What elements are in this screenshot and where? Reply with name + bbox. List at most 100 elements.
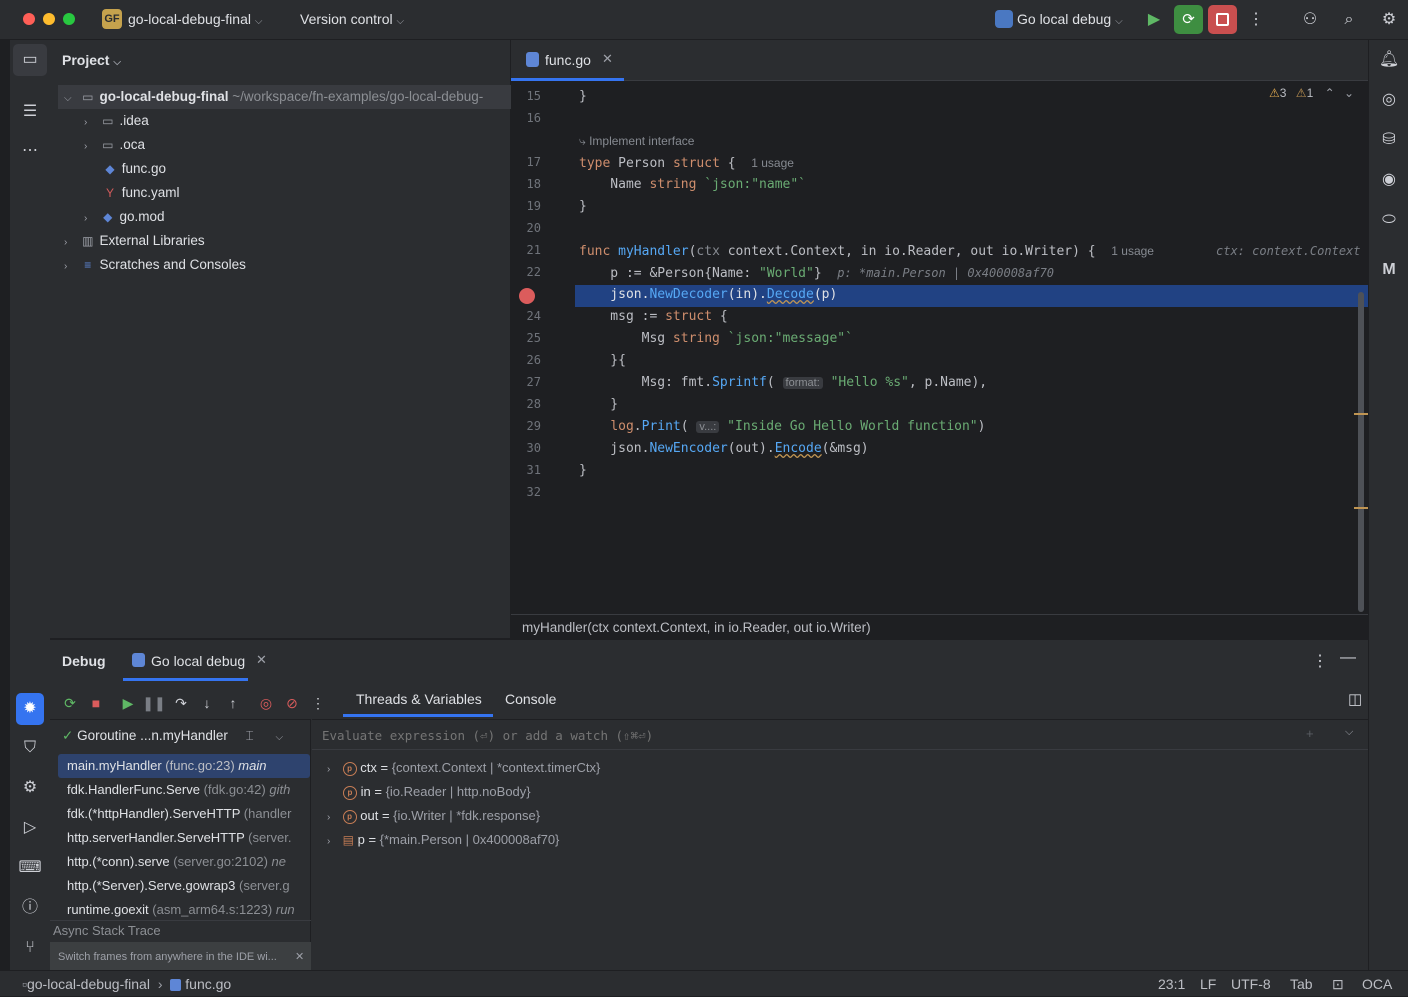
tab-threads-variables[interactable]: Threads & Variables [343, 683, 493, 717]
frame-row[interactable]: fdk.HandlerFunc.Serve (fdk.go:42) gith [50, 778, 311, 802]
m-logo-icon[interactable]: M [1369, 254, 1408, 286]
tree-root[interactable]: ⌵ ▭ go-local-debug-final ~/workspace/fn-… [64, 85, 511, 109]
minimize-window-button[interactable] [43, 13, 55, 25]
zoom-window-button[interactable] [63, 13, 75, 25]
rerun-icon[interactable]: ⟳ [57, 690, 83, 716]
resume-icon[interactable]: ▶ [115, 690, 141, 716]
mute-breakpoints-icon[interactable]: ⊘ [279, 690, 305, 716]
terminal-icon[interactable]: ⌨ [10, 852, 50, 884]
frame-row[interactable]: http.(*Server).Serve.gowrap3 (server.g [50, 874, 311, 898]
frame-row[interactable]: http.serverHandler.ServeHTTP (server. [50, 826, 311, 850]
frame-row[interactable]: runtime.goexit (asm_arm64.s:1223) run [50, 898, 311, 922]
problems-icon[interactable]: ⓘ [10, 892, 50, 924]
lock-icon[interactable]: ⊡ [1332, 971, 1344, 997]
debug-rerun-button[interactable]: ⟳ [1174, 5, 1203, 34]
caret-position[interactable]: 23:1 [1158, 971, 1185, 997]
structure-icon[interactable]: ☰ [10, 96, 50, 128]
tab-console[interactable]: Console [505, 691, 556, 707]
chevron-right-icon: › [84, 141, 88, 152]
more-actions-icon[interactable]: ⋮ [1244, 8, 1268, 32]
more-tools-icon[interactable]: ⋯ [10, 135, 50, 167]
folder-icon[interactable]: ▭ [13, 44, 47, 76]
editor-breadcrumb[interactable]: myHandler(ctx context.Context, in io.Rea… [511, 614, 1368, 639]
tree-item-oca[interactable]: › ▭ .oca [84, 133, 145, 157]
pause-icon[interactable]: ❚❚ [141, 690, 167, 716]
breakpoint-icon[interactable] [519, 288, 535, 304]
usage-hint[interactable]: 1 usage [1111, 244, 1154, 258]
status-breadcrumb[interactable]: ▫go-local-debug-final › func.go [22, 971, 231, 997]
add-watch-icon[interactable]: + [1306, 726, 1314, 741]
database-icon[interactable]: ⛁ [1369, 124, 1408, 156]
run-icon[interactable]: ▷ [10, 812, 50, 844]
step-into-icon[interactable]: ↓ [194, 690, 220, 716]
frame-row[interactable]: http.(*conn).serve (server.go:2102) ne [50, 850, 311, 874]
frame-row-selected[interactable]: main.myHandler (func.go:23) main [58, 754, 310, 778]
stop-button[interactable] [1208, 5, 1237, 34]
variable-row-out[interactable]: › p out = {io.Writer | *fdk.response} [327, 804, 600, 828]
run-config-selector[interactable]: Go local debug ⌵ [1017, 11, 1123, 27]
git-branch-icon[interactable]: ⑂ [10, 932, 50, 964]
frame-row[interactable]: fdk.(*httpHandler).ServeHTTP (handler [50, 802, 311, 826]
step-over-icon[interactable]: ↷ [168, 690, 194, 716]
tree-item-scratches[interactable]: › ≡ Scratches and Consoles [64, 253, 246, 277]
variable-row-ctx[interactable]: › p ctx = {context.Context | *context.ti… [327, 756, 600, 780]
close-window-button[interactable] [23, 13, 35, 25]
breadcrumb-label: myHandler(ctx context.Context, in io.Rea… [522, 620, 871, 635]
code-editor[interactable]: func.go ✕ ⚠3 ⚠1 ⌃ ⌄ 15 16 17 18 19 20 21… [511, 40, 1368, 638]
more-debug-actions-icon[interactable]: ⋮ [305, 690, 331, 716]
variable-row-in[interactable]: p in = {io.Reader | http.noBody} [327, 780, 600, 804]
warning-marker[interactable] [1354, 413, 1368, 415]
line-separator[interactable]: LF [1200, 971, 1216, 997]
goroutine-selector[interactable]: ✓ Goroutine ...n.myHandler ⌶ ⌵ [62, 724, 302, 748]
stop-icon[interactable]: ■ [83, 690, 109, 716]
tree-item-func-go[interactable]: ◆ func.go [102, 157, 166, 181]
bell-icon[interactable]: 🔔︎ [1369, 44, 1408, 76]
close-tab-icon[interactable]: ✕ [256, 652, 267, 668]
line-number: 29 [526, 419, 541, 433]
async-label: Async Stack Trace [53, 923, 161, 938]
pill-icon[interactable]: ⬭ [1369, 204, 1408, 236]
tab-label: Threads & Variables [356, 691, 482, 707]
close-tab-icon[interactable]: ✕ [602, 51, 613, 67]
tree-item-func-yaml[interactable]: Y func.yaml [102, 181, 180, 205]
services-icon[interactable]: ⚙ [10, 772, 50, 804]
add-user-icon[interactable]: ⚇ [1298, 8, 1322, 32]
tree-item-go-mod[interactable]: › ◆ go.mod [84, 205, 165, 229]
view-breakpoints-icon[interactable]: ◎ [253, 690, 279, 716]
project-switcher[interactable]: go-local-debug-final ⌵ [128, 11, 262, 27]
code-line: msg := struct { [579, 309, 728, 324]
layout-icon[interactable]: ◫ [1348, 690, 1362, 708]
tab-func-go[interactable]: func.go ✕ [511, 40, 624, 81]
file-encoding[interactable]: UTF-8 [1231, 971, 1271, 997]
variable-row-p[interactable]: › ▤ p = {*main.Person | 0x400008af70} [327, 828, 600, 852]
implement-interface-hint[interactable]: ⤷ Implement interface [579, 134, 694, 148]
minimize-icon[interactable]: — [1340, 649, 1356, 667]
more-options-icon[interactable]: ⋮ [1312, 651, 1328, 671]
tree-item-external-libraries[interactable]: › ▥ External Libraries [64, 229, 205, 253]
build-icon[interactable]: ⛉ [10, 732, 50, 764]
gear-icon[interactable]: ⚙ [1377, 8, 1401, 32]
resume-run-icon[interactable]: ▶ [1142, 8, 1166, 32]
editor-scrollbar[interactable] [1358, 292, 1364, 612]
project-view-selector[interactable]: Project ⌵ [62, 52, 121, 68]
tree-item-label: .oca [119, 137, 146, 152]
search-icon[interactable]: ⌕ [1337, 8, 1361, 32]
indent-setting[interactable]: Tab [1290, 971, 1313, 997]
close-tip-icon[interactable]: ✕ [295, 950, 304, 963]
usage-hint[interactable]: 1 usage [751, 156, 794, 170]
tab-go-local-debug[interactable]: Go local debug ✕ [123, 640, 267, 681]
oca-plugin[interactable]: OCA [1362, 971, 1392, 997]
step-out-icon[interactable]: ↑ [220, 690, 246, 716]
gutter[interactable]: 15 16 17 18 19 20 21 22 24 25 26 27 28 2… [511, 86, 551, 536]
ai-chat-icon[interactable]: ◎ [1369, 84, 1408, 116]
code-area[interactable]: } ⤷ Implement interface type Person stru… [579, 86, 1369, 482]
evaluate-expression-input[interactable] [322, 725, 1282, 745]
tree-item-idea[interactable]: › ▭ .idea [84, 109, 149, 133]
debug-bug-icon[interactable]: ✹ [16, 693, 44, 725]
chevron-down-icon[interactable]: ⌵ [1345, 726, 1353, 739]
warning-marker[interactable] [1354, 507, 1368, 509]
python-icon[interactable]: ◉ [1369, 164, 1408, 196]
filter-icon[interactable]: ⌶ [246, 728, 254, 743]
vcs-menu[interactable]: Version control ⌵ [300, 11, 404, 27]
project-panel-title: Project [62, 52, 110, 68]
